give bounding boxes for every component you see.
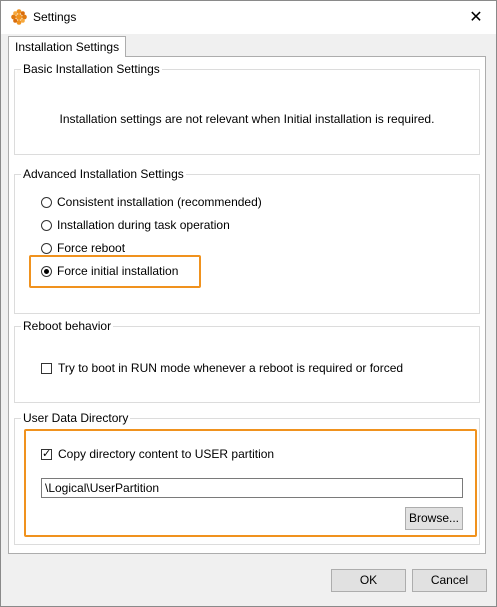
radio-label: Installation during task operation — [57, 218, 230, 232]
highlight-force-initial-installation — [29, 255, 201, 288]
tab-installation-settings[interactable]: Installation Settings — [8, 36, 127, 57]
basic-settings-group: Basic Installation Settings Installation… — [14, 62, 480, 155]
basic-settings-note: Installation settings are not relevant w… — [59, 112, 435, 126]
window-title: Settings — [33, 10, 77, 24]
basic-settings-title: Basic Installation Settings — [21, 62, 162, 76]
advanced-settings-group: Advanced Installation Settings Consisten… — [14, 167, 480, 314]
user-data-directory-title: User Data Directory — [21, 411, 131, 425]
checkbox-label: Try to boot in RUN mode whenever a reboo… — [58, 361, 404, 375]
ok-button[interactable]: OK — [331, 569, 406, 592]
radio-force-reboot[interactable]: Force reboot — [41, 241, 125, 255]
radio-consistent-installation[interactable]: Consistent installation (recommended) — [41, 195, 262, 209]
checkbox-boot-run-mode[interactable]: Try to boot in RUN mode whenever a reboo… — [41, 361, 403, 375]
radio-installation-during-task[interactable]: Installation during task operation — [41, 218, 230, 232]
radio-button[interactable] — [41, 242, 52, 254]
settings-app-icon — [11, 9, 27, 25]
settings-dialog: Settings ✕ Installation Settings Basic I… — [0, 0, 497, 607]
tab-panel: Basic Installation Settings Installation… — [8, 56, 486, 554]
radio-button[interactable] — [41, 219, 52, 231]
reboot-behavior-title: Reboot behavior — [21, 319, 114, 333]
cancel-button[interactable]: Cancel — [412, 569, 487, 592]
radio-label: Consistent installation (recommended) — [57, 195, 262, 209]
highlight-user-data-directory — [24, 429, 477, 537]
title-bar: Settings ✕ — [1, 1, 496, 34]
user-data-directory-group: User Data Directory ✓ Copy directory con… — [14, 411, 480, 545]
checkbox[interactable] — [41, 362, 52, 374]
advanced-settings-title: Advanced Installation Settings — [21, 167, 186, 181]
radio-button[interactable] — [41, 196, 52, 208]
close-icon[interactable]: ✕ — [456, 2, 496, 32]
reboot-behavior-group: Reboot behavior Try to boot in RUN mode … — [14, 319, 480, 403]
radio-label: Force reboot — [57, 241, 126, 255]
